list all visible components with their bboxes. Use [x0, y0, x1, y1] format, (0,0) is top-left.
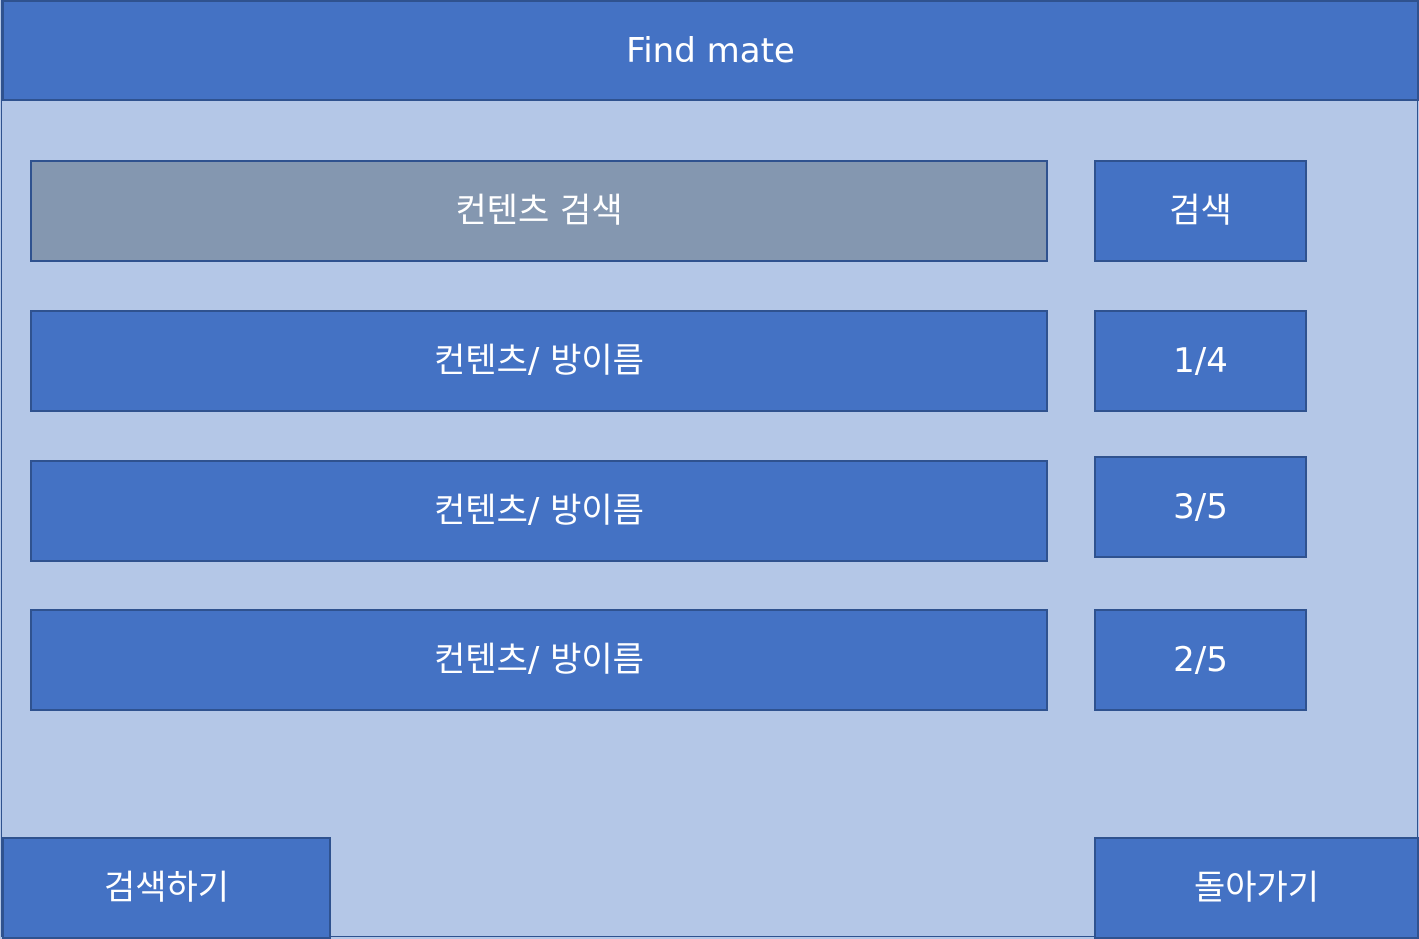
back-button[interactable]: 돌아가기	[1094, 837, 1419, 939]
room-item[interactable]: 컨텐츠/ 방이름	[30, 460, 1048, 562]
room-member-count: 1/4	[1094, 310, 1307, 412]
room-item[interactable]: 컨텐츠/ 방이름	[30, 310, 1048, 412]
search-action-button[interactable]: 검색하기	[2, 837, 331, 939]
room-item[interactable]: 컨텐츠/ 방이름	[30, 609, 1048, 711]
search-button[interactable]: 검색	[1094, 160, 1307, 262]
page-title: Find mate	[2, 0, 1419, 101]
room-member-count: 3/5	[1094, 456, 1307, 558]
content-search-input[interactable]: 컨텐츠 검색	[30, 160, 1048, 262]
room-member-count: 2/5	[1094, 609, 1307, 711]
